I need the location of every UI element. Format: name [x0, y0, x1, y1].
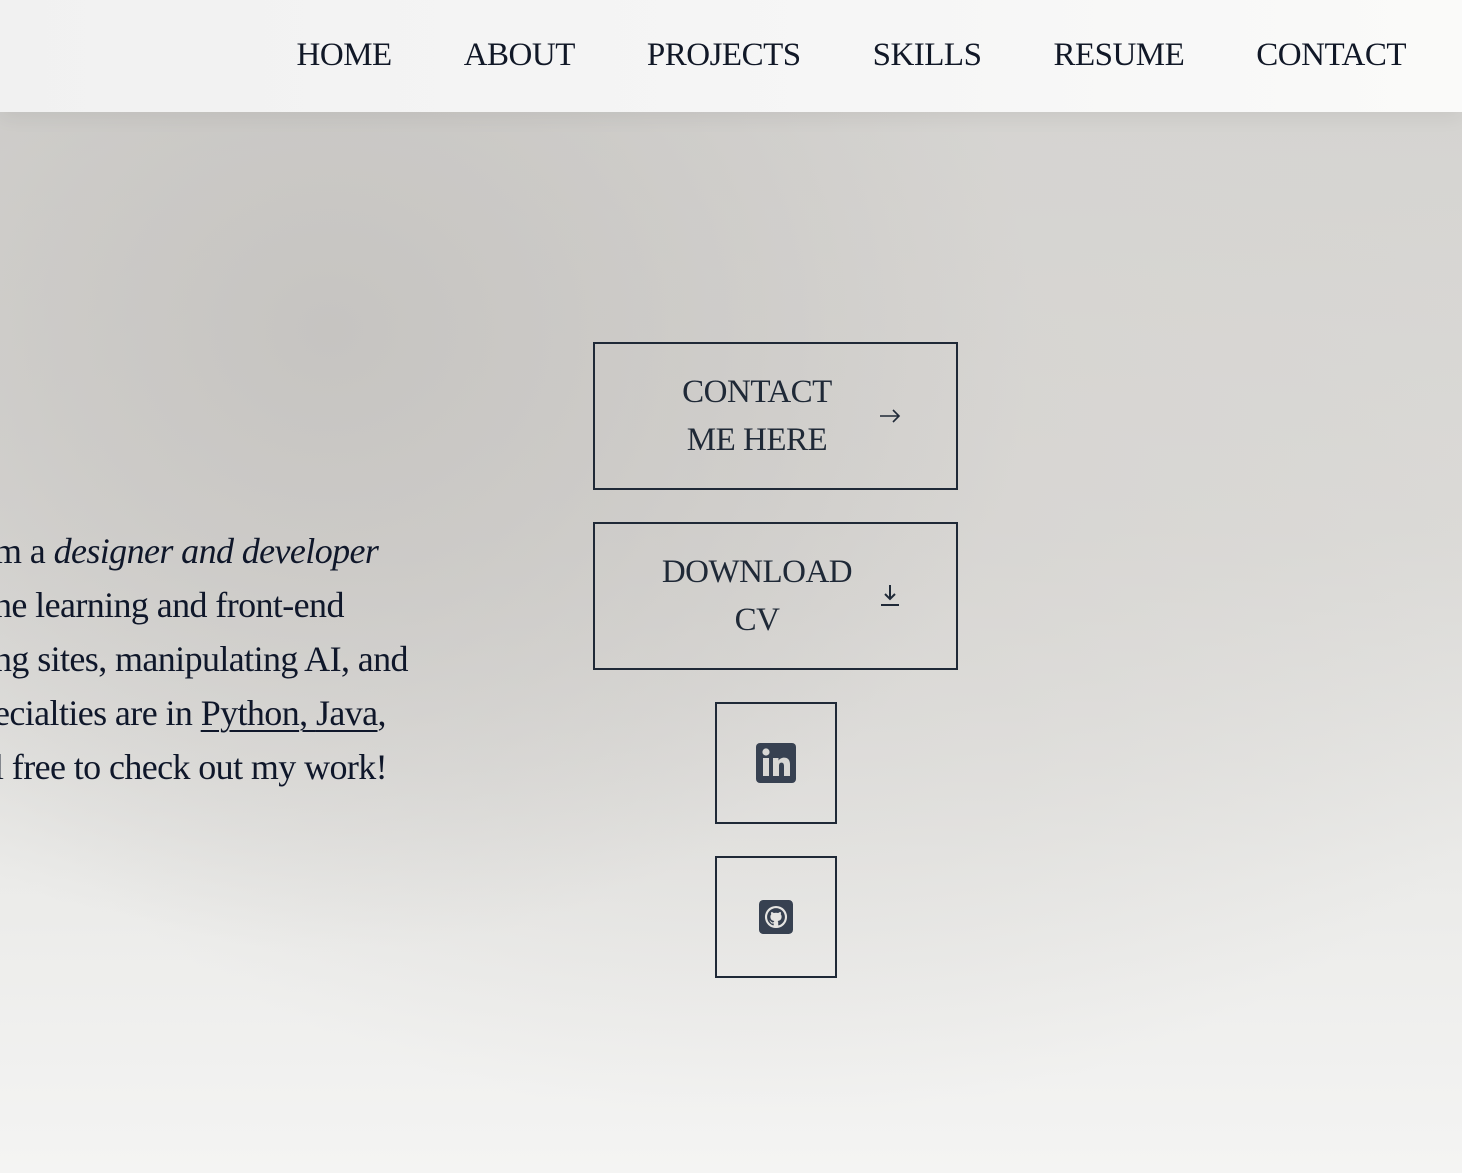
nav-link-resume[interactable]: RESUME [1053, 37, 1184, 73]
nav-item-home: HOME [297, 35, 393, 75]
nav-item-about: ABOUT [464, 35, 576, 75]
bio-line-1: m a designer and developer [0, 524, 474, 578]
bio-line-4: ecialties are in Python, Java, [0, 686, 474, 740]
bio-line-4-prefix: ecialties are in [0, 693, 201, 733]
nav-link-home[interactable]: HOME [297, 37, 393, 73]
nav-item-contact: CONTACT [1256, 35, 1406, 75]
bio-line-2: ne learning and front-end [0, 585, 344, 625]
bio-emphasis: designer and developer [53, 531, 379, 571]
nav-link-contact[interactable]: CONTACT [1256, 37, 1406, 73]
github-button[interactable] [715, 856, 837, 978]
bio-paragraph: m a designer and developer ne learning a… [0, 524, 474, 794]
contact-me-label: CONTACT ME HERE [635, 344, 879, 488]
arrow-right-icon [880, 409, 901, 423]
bio-line-3: ng sites, manipulating AI, and [0, 639, 409, 679]
download-cv-label-line-2: CV [734, 602, 780, 638]
bio-line-4-suffix: , [377, 693, 387, 733]
nav-item-resume: RESUME [1053, 35, 1184, 75]
download-icon [881, 585, 899, 606]
nav-link-about[interactable]: ABOUT [464, 37, 576, 73]
bio-link-separator: , [299, 693, 316, 733]
nav-link-skills[interactable]: SKILLS [873, 37, 982, 73]
linkedin-icon [756, 743, 796, 783]
download-cv-label-line-1: DOWNLOAD [661, 554, 853, 590]
contact-me-button[interactable]: CONTACT ME HERE [593, 342, 958, 490]
contact-me-label-line-2: ME HERE [686, 422, 828, 458]
nav-item-projects: PROJECTS [647, 35, 801, 75]
nav-menu: HOME ABOUT PROJECTS SKILLS RESUME CONTAC… [297, 35, 1407, 75]
navbar: HOME ABOUT PROJECTS SKILLS RESUME CONTAC… [0, 0, 1462, 112]
download-cv-label: DOWNLOAD CV [635, 524, 879, 668]
java-link[interactable]: Java [316, 693, 378, 733]
github-icon [759, 900, 793, 934]
nav-item-skills: SKILLS [873, 35, 982, 75]
bio-line-1-prefix: m a [0, 531, 46, 571]
download-cv-button[interactable]: DOWNLOAD CV [593, 522, 958, 670]
nav-link-projects[interactable]: PROJECTS [647, 37, 801, 73]
python-link[interactable]: Python [201, 693, 300, 733]
contact-me-label-line-1: CONTACT [682, 374, 832, 410]
linkedin-button[interactable] [715, 702, 837, 824]
bio-line-5: l free to check out my work! [0, 747, 388, 787]
